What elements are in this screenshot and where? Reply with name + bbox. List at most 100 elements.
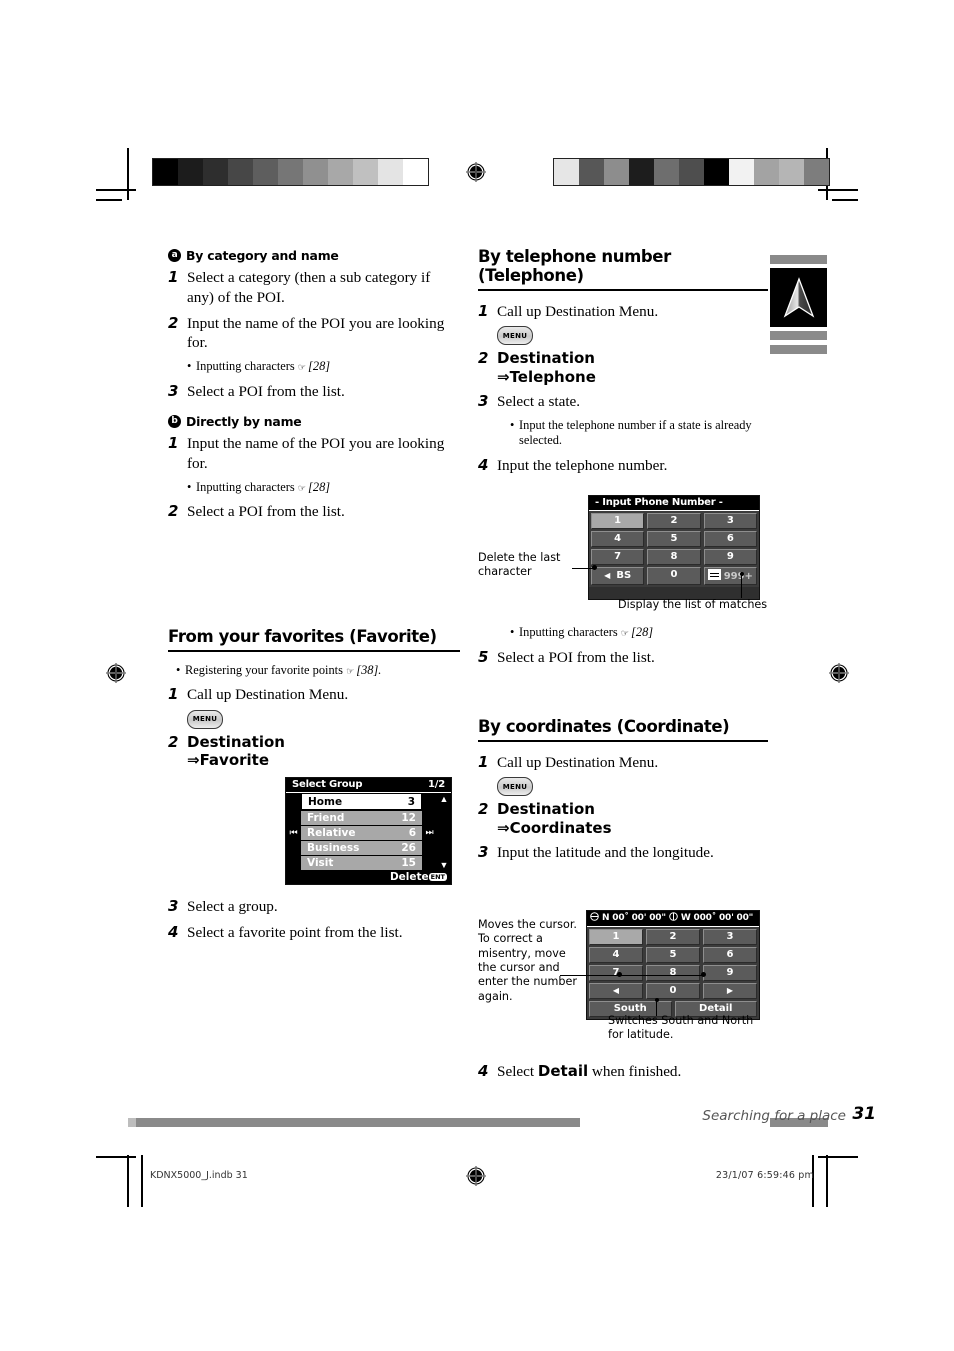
coordinate-heading-plain: By coordinates ( (478, 717, 624, 736)
latitude-compass-icon (590, 912, 599, 924)
key-3[interactable]: 3 (703, 929, 757, 945)
step-item: 2 Input the name of the POI you are look… (168, 314, 460, 354)
crop-mark-tl-v (127, 148, 129, 200)
list-item[interactable]: Business 26 (301, 841, 422, 856)
keypad-row: 4 5 6 (589, 947, 757, 963)
key-0[interactable]: 0 (647, 567, 701, 585)
latitude-value: N 00˚ 00' 00" (602, 913, 666, 923)
detail-literal: Detail (537, 1062, 589, 1080)
step-number: 3 (168, 897, 179, 916)
menu-path-line1: Destination (187, 732, 285, 751)
step-number: 2 (168, 313, 179, 332)
key-6[interactable]: 6 (703, 531, 757, 547)
crop-mark-tl-h2 (96, 199, 122, 201)
next-page-icon[interactable]: ⏭ (422, 793, 437, 871)
section-b-heading-text: Directly by name (186, 414, 302, 430)
prev-page-icon[interactable]: ⏮ (286, 793, 301, 871)
scroll-down-icon[interactable]: ▼ (440, 860, 449, 870)
key-7[interactable]: 7 (589, 965, 643, 981)
registration-mark-bottom (465, 1165, 487, 1187)
backspace-key[interactable]: ◀ BS (591, 567, 645, 585)
step-number: 3 (478, 391, 489, 410)
key-8[interactable]: 8 (646, 965, 700, 981)
phone-screen-title: - Input Phone Number - (595, 497, 723, 508)
list-item[interactable]: Relative 6 (301, 826, 422, 841)
navigation-arrow-icon (770, 268, 827, 327)
crop-mark-bl-v (127, 1155, 129, 1207)
keypad-row: ◀ 0 ▶ (589, 983, 757, 999)
delete-button[interactable]: Delete ENT (286, 871, 451, 885)
key-7[interactable]: 7 (591, 549, 645, 565)
leader-dot-cursor-right (701, 972, 706, 977)
bullet-dot-icon: • (510, 417, 515, 432)
list-item[interactable]: Visit 15 (301, 856, 422, 871)
coordinate-heading-literal: Coordinate (623, 717, 723, 736)
input-phone-number-screen: - Input Phone Number - 1 2 3 4 5 6 7 8 9… (588, 495, 760, 600)
list-item[interactable]: Friend 12 (301, 811, 422, 826)
key-9[interactable]: 9 (703, 549, 757, 565)
keypad-row: 7 8 9 (589, 965, 757, 981)
leader-dot-delete (592, 565, 597, 570)
key-5[interactable]: 5 (646, 947, 700, 963)
calibration-swatch (779, 159, 804, 185)
menu-button[interactable]: MENU (187, 709, 223, 729)
manual-page: a By category and name 1 Select a catego… (0, 0, 954, 1351)
step-text: Destination ⇒Coordinates (497, 800, 612, 837)
step-item: 3 Select a group. (168, 897, 460, 917)
pointing-hand-icon: ☞ (297, 363, 306, 373)
calibration-swatch (303, 159, 328, 185)
group-count: 12 (401, 812, 416, 825)
registration-mark-right (828, 662, 850, 684)
bullet-dot-icon: • (510, 625, 515, 639)
backspace-label: BS (616, 570, 632, 581)
scroll-up-icon[interactable]: ▲ (440, 794, 449, 804)
bullet-dot-icon: • (187, 359, 192, 373)
key-2[interactable]: 2 (646, 929, 700, 945)
favorite-heading-literal: Favorite (356, 627, 430, 646)
step-text: Select a group. (187, 898, 278, 916)
key-8[interactable]: 8 (647, 549, 701, 565)
calibration-swatch (178, 159, 203, 185)
calibration-swatch (729, 159, 754, 185)
list-item[interactable]: Home 3 (301, 793, 422, 811)
key-0[interactable]: 0 (646, 983, 700, 999)
key-1[interactable]: 1 (589, 929, 643, 945)
marker-b-icon: b (168, 415, 181, 429)
key-6[interactable]: 6 (703, 947, 757, 963)
calibration-swatch (679, 159, 704, 185)
step-number: 3 (168, 381, 179, 400)
menu-button[interactable]: MENU (497, 326, 533, 346)
group-name: Visit (307, 857, 334, 870)
step-number: 1 (168, 685, 179, 704)
favorite-group-list: Home 3 Friend 12 Relative 6 Business 26 (301, 793, 422, 871)
key-4[interactable]: 4 (589, 947, 643, 963)
keypad-row: 4 5 6 (591, 531, 757, 547)
coordinate-heading-close: ) (722, 717, 730, 736)
step-item: 1 Input the name of the POI you are look… (168, 434, 460, 474)
menu-path-line2: ⇒Favorite (187, 751, 270, 770)
group-count: 26 (401, 842, 416, 855)
calibration-swatch (278, 159, 303, 185)
step-text: Select a POI from the list. (187, 503, 345, 521)
key-3[interactable]: 3 (703, 513, 757, 529)
menu-path-line2: ⇒Telephone (497, 367, 596, 386)
callout-display-list-of-matches: Display the list of matches (618, 598, 768, 611)
show-matches-key[interactable]: 999+ (703, 567, 757, 585)
cursor-left-key[interactable]: ◀ (589, 983, 643, 999)
step-number: 1 (168, 268, 179, 286)
menu-button[interactable]: MENU (497, 777, 533, 797)
cross-reference-bullet: • Inputting characters ☞ [28] (187, 359, 460, 375)
longitude-value: W 000˚ 00' 00" (680, 913, 754, 923)
key-4[interactable]: 4 (591, 531, 645, 547)
key-9[interactable]: 9 (703, 965, 757, 981)
step-text: Call up Destination Menu. (187, 686, 349, 704)
keypad-row: ◀ BS 0 999+ (591, 567, 757, 585)
step-number: 1 (478, 752, 489, 771)
telephone-tail: • Inputting characters ☞ [28] 5 Select a… (478, 622, 768, 673)
key-1[interactable]: 1 (591, 513, 645, 529)
scrollbar[interactable]: ▲ ▼ (437, 793, 451, 871)
key-5[interactable]: 5 (647, 531, 701, 547)
cursor-right-key[interactable]: ▶ (703, 983, 757, 999)
select-group-page-indicator: 1/2 (428, 779, 445, 791)
key-2[interactable]: 2 (647, 513, 701, 529)
